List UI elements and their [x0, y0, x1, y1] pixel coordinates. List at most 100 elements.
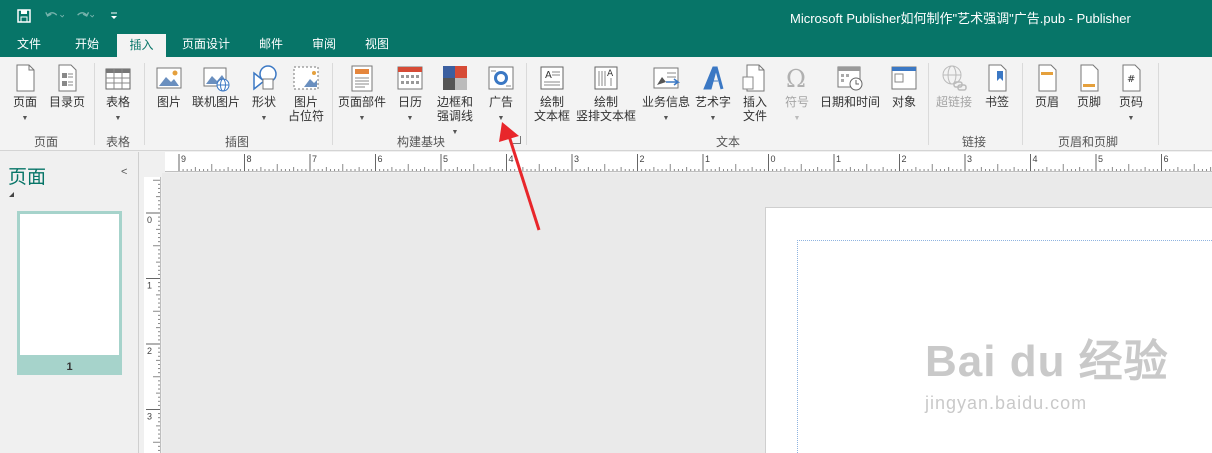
tab-file[interactable]: 文件	[8, 32, 50, 57]
business-info-button[interactable]: 业务信息 ▼	[640, 63, 692, 126]
online-picture-button-label: 联机图片	[191, 95, 240, 109]
page-thumbnail[interactable]: 1	[17, 211, 122, 375]
chevron-down-icon: ▼	[21, 115, 29, 122]
ruler-label: 5	[443, 154, 448, 164]
pages-pane-title: 页面	[8, 167, 47, 188]
chevron-down-icon: ▼	[451, 129, 459, 136]
chevron-down-icon: ▼	[709, 115, 717, 122]
online-picture-button[interactable]: 联机图片	[190, 63, 242, 109]
page-button-label: 页面	[12, 95, 37, 109]
save-icon[interactable]	[14, 6, 34, 26]
chevron-down-icon: ▼	[662, 115, 670, 122]
ruler-label: 3	[574, 154, 579, 164]
page-icon	[16, 64, 35, 92]
symbol-button-label: 符号	[784, 95, 809, 109]
watermark: Bai du 经验 jingyan.baidu.com	[925, 325, 1169, 414]
table-button[interactable]: 表格 ▼	[102, 63, 134, 126]
ruler-label: 8	[247, 154, 252, 164]
page-thumbnail-number: 1	[66, 361, 73, 373]
chevron-down-icon: ▼	[114, 115, 122, 122]
page-parts-icon	[351, 65, 373, 92]
chevron-down-icon: ▼	[793, 115, 801, 122]
picture-placeholder-label-1: 图片	[293, 95, 318, 109]
page-parts-button[interactable]: 页面部件 ▼	[336, 63, 388, 126]
title-bar: Microsoft Publisher如何制作"艺术强调"广告.pub - Pu…	[0, 0, 1212, 32]
ruler-label: 3	[967, 154, 972, 164]
date-time-button[interactable]: 日期和时间	[818, 63, 882, 109]
hyperlink-button-label: 超链接	[935, 95, 972, 109]
table-icon	[105, 68, 131, 90]
draw-vertical-textbox-label-2: 竖排文本框	[576, 109, 637, 123]
horizontal-ruler-ticks: 9876543210123456	[178, 154, 1212, 171]
svg-text:A: A	[545, 70, 552, 81]
tab-view[interactable]: 视图	[356, 32, 398, 57]
draw-textbox-icon: A	[540, 66, 564, 90]
picture-placeholder-button[interactable]: 图片 占位符	[286, 63, 326, 123]
picture-button[interactable]: 图片	[152, 63, 186, 109]
draw-vertical-textbox-label-1: 绘制	[593, 95, 618, 109]
window-title: Microsoft Publisher如何制作"艺术强调"广告.pub - Pu…	[790, 11, 1131, 26]
ruler-label: 1	[836, 154, 841, 164]
page-number-button-label: 页码	[1118, 95, 1143, 109]
catalog-page-button[interactable]: 目录页	[46, 63, 88, 109]
ruler-label: 5	[1098, 154, 1103, 164]
draw-textbox-label-1: 绘制	[539, 95, 564, 109]
ruler-label: 4	[1033, 154, 1038, 164]
ruler-label: 2	[902, 154, 907, 164]
watermark-url: jingyan.baidu.com	[925, 393, 1088, 413]
symbol-button[interactable]: Ω 符号 ▼	[780, 63, 814, 126]
draw-textbox-button[interactable]: A 绘制 文本框	[532, 63, 572, 123]
group-separator	[94, 63, 95, 145]
group-label-tables: 表格	[106, 135, 131, 149]
redo-icon[interactable]	[74, 6, 94, 26]
group-separator	[1022, 63, 1023, 145]
group-label-header-footer: 页眉和页脚	[1058, 135, 1119, 149]
vertical-ruler[interactable]: 0 1 2 3	[144, 177, 161, 453]
date-time-button-label: 日期和时间	[819, 95, 880, 109]
object-button-label: 对象	[891, 95, 916, 109]
tab-mailings[interactable]: 邮件	[250, 32, 292, 57]
page-button[interactable]: 页面 ▼	[8, 63, 42, 126]
header-button-label: 页眉	[1034, 95, 1059, 109]
wordart-button[interactable]: 艺术字 ▼	[694, 63, 732, 126]
page-number-button[interactable]: # 页码 ▼	[1114, 63, 1148, 126]
wordart-icon	[703, 66, 724, 90]
tab-insert[interactable]: 插入	[117, 34, 166, 57]
borders-accents-label-2: 强调线	[436, 109, 473, 123]
insert-file-label-2: 文件	[742, 109, 767, 123]
horizontal-ruler[interactable]: 9876543210123456	[165, 152, 1212, 172]
header-button[interactable]: 页眉	[1030, 63, 1064, 109]
chevron-down-icon: ▼	[260, 115, 268, 122]
shapes-button[interactable]: 形状 ▼	[248, 63, 280, 126]
undo-icon[interactable]	[44, 6, 64, 26]
ribbon-tab-bar: 文件 开始 插入 页面设计 邮件 审阅 视图	[0, 32, 1212, 57]
tab-review[interactable]: 审阅	[303, 32, 345, 57]
calendar-button-label: 日历	[397, 95, 422, 109]
borders-accents-button[interactable]: 边框和 强调线 ▼	[432, 63, 478, 140]
tab-home[interactable]: 开始	[66, 32, 108, 57]
calendar-icon	[397, 66, 423, 90]
footer-button[interactable]: 页脚	[1072, 63, 1106, 109]
ruler-label: 9	[181, 154, 186, 164]
insert-file-label-1: 插入	[742, 95, 767, 109]
insert-file-icon	[742, 64, 765, 92]
catalog-page-icon	[58, 64, 77, 92]
group-label-building-blocks: 构建基块	[397, 135, 446, 149]
tab-page-design[interactable]: 页面设计	[174, 32, 238, 57]
advertisement-button[interactable]: 广告 ▼	[485, 63, 517, 126]
chevron-down-icon: ▼	[406, 115, 414, 122]
object-button[interactable]: 对象	[888, 63, 920, 109]
wordart-button-label: 艺术字	[694, 95, 731, 109]
calendar-button[interactable]: 日历 ▼	[393, 63, 427, 126]
collapse-pane-icon[interactable]: <	[121, 166, 127, 178]
ruler-label: 2	[147, 346, 152, 356]
insert-file-button[interactable]: 插入 文件	[738, 63, 772, 123]
draw-vertical-textbox-button[interactable]: A 绘制 竖排文本框	[576, 63, 636, 123]
ruler-label: 7	[312, 154, 317, 164]
bookmark-button[interactable]: 书签	[980, 63, 1014, 109]
ruler-label: 3	[147, 412, 152, 422]
customize-qat-icon[interactable]	[104, 6, 124, 26]
expand-triangle-icon[interactable]	[9, 192, 14, 197]
symbol-icon: Ω	[786, 65, 806, 93]
hyperlink-button[interactable]: 超链接	[934, 63, 974, 109]
